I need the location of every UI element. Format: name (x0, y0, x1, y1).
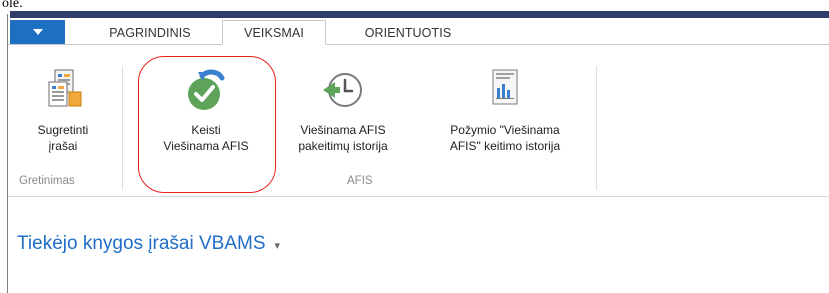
afis-change-history-button[interactable]: Viešinama AFIS pakeitimų istorija (278, 68, 408, 154)
page-title-text: Tiekėjo knygos įrašai VBAMS (17, 233, 266, 254)
group-separator (596, 66, 597, 190)
group-label-afis: AFIS (347, 175, 373, 187)
button-label-line2: AFIS" keitimo istorija (449, 139, 561, 153)
title-bar-strip (10, 11, 829, 18)
highlight-circle (138, 56, 276, 193)
button-label-line1: Sugretinti (37, 123, 89, 137)
button-label-line2: įrašai (48, 139, 78, 153)
compare-records-button[interactable]: Sugretinti įrašai (20, 68, 106, 154)
page-title[interactable]: Tiekėjo knygos įrašai VBAMS ▾ (17, 233, 280, 255)
tab-label: VEIKSMAI (244, 25, 304, 40)
tab-pagrindinis[interactable]: PAGRINDINIS (80, 20, 220, 45)
button-label-line1: Požymio "Viešinama (450, 123, 560, 137)
compare-records-icon (41, 68, 85, 112)
tab-orientuotis[interactable]: ORIENTUOTIS (332, 20, 484, 45)
group-separator (122, 66, 123, 190)
tab-label: ORIENTUOTIS (364, 25, 452, 40)
dropdown-arrow-icon (32, 29, 43, 35)
attribute-change-history-button[interactable]: Požymio "Viešinama AFIS" keitimo istorij… (415, 68, 595, 154)
button-label-line1: Viešinama AFIS (300, 123, 386, 137)
tab-veiksmai[interactable]: VEIKSMAI (222, 20, 326, 45)
ribbon-bottom-border (8, 196, 829, 197)
history-clock-icon (321, 68, 365, 112)
report-chart-icon (483, 68, 527, 112)
chevron-down-icon: ▾ (274, 240, 281, 252)
tab-label: PAGRINDINIS (109, 25, 191, 40)
app-menu-button[interactable] (10, 20, 65, 44)
button-label-line2: pakeitimų istorija (298, 139, 388, 153)
group-label-gretinimas: Gretinimas (19, 175, 75, 187)
